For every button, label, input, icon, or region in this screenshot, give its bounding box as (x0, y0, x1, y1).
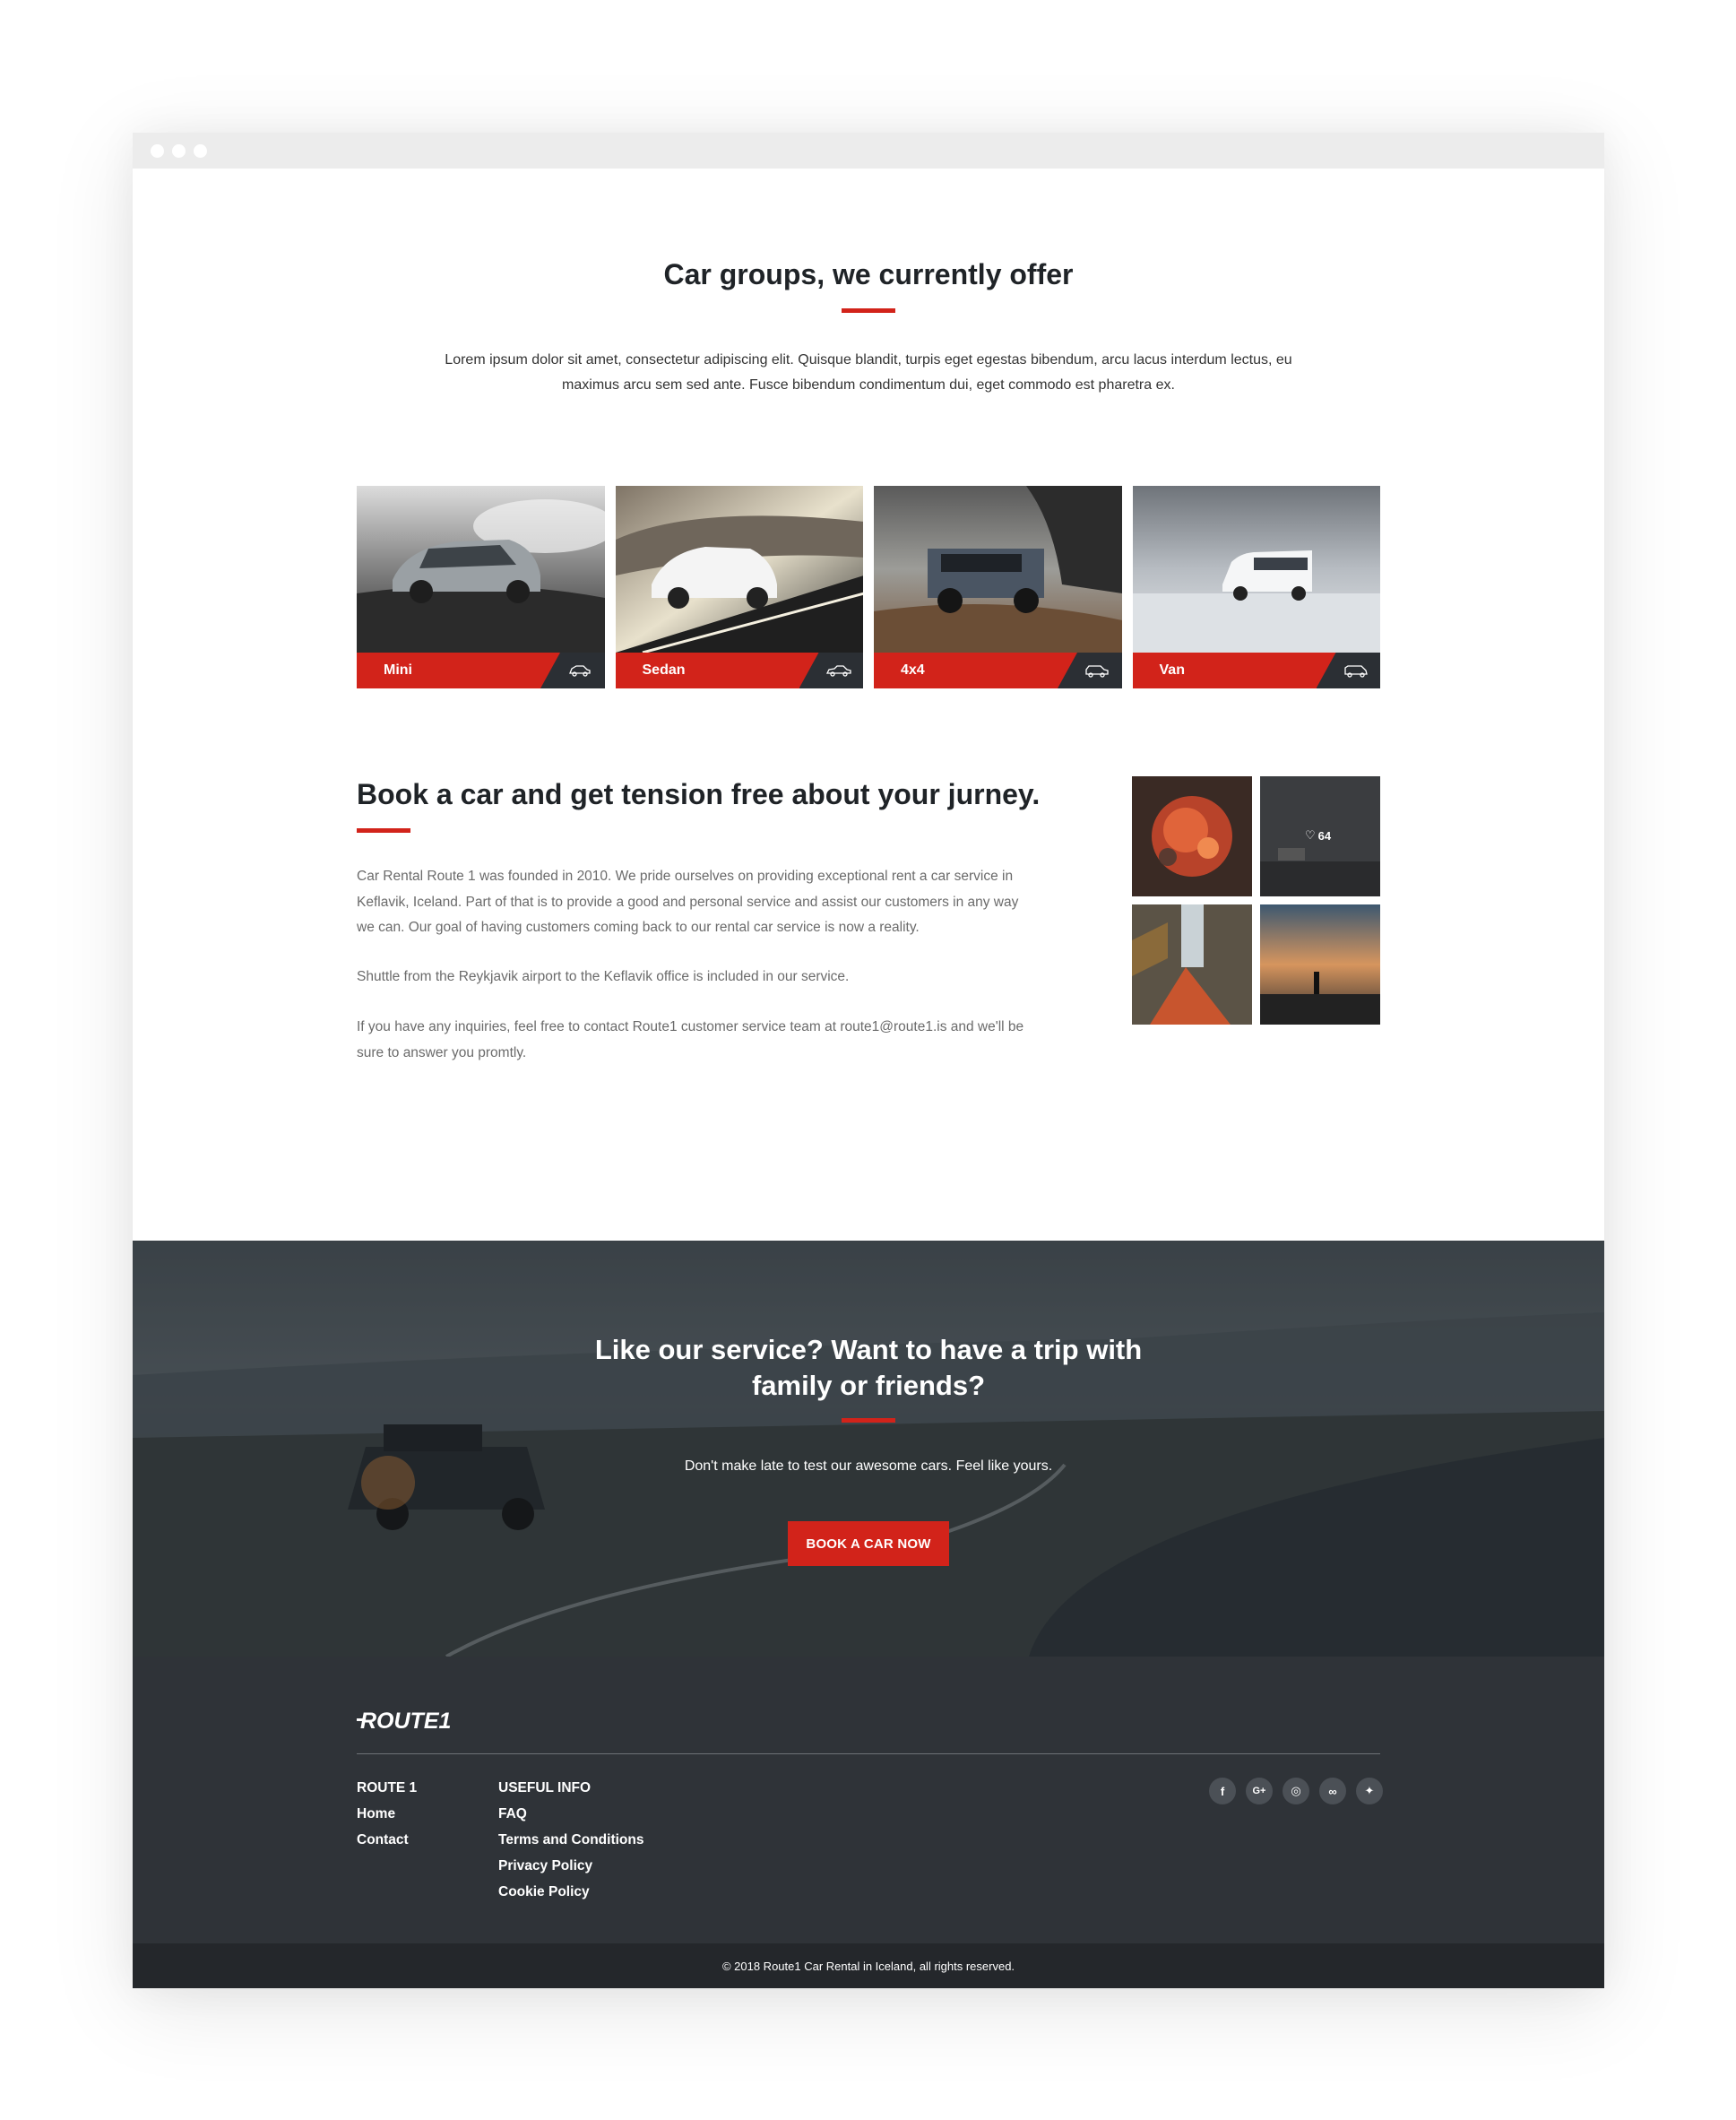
facebook-icon[interactable]: f (1209, 1778, 1236, 1804)
footer: ROUTE1 ROUTE 1 Home Contact USEFUL INFO … (133, 1657, 1604, 1943)
footer-link-home[interactable]: Home (357, 1801, 417, 1827)
car-card-mini[interactable]: Mini (357, 486, 605, 688)
footer-heading-route1: ROUTE 1 (357, 1780, 418, 1796)
svg-text:ROUTE1: ROUTE1 (360, 1709, 451, 1734)
title-underline (842, 1418, 895, 1423)
car-group-label: 4x4 (901, 662, 925, 678)
browser-chrome (133, 133, 1604, 169)
window-dot-maximize[interactable] (194, 143, 207, 158)
book-car-button[interactable]: BOOK A CAR NOW (788, 1521, 949, 1566)
likes-count: ♡ 64 (1305, 828, 1332, 843)
browser-window: Car groups, we currently offer Lorem ips… (133, 133, 1604, 1988)
title-underline (357, 828, 410, 833)
footer-link-contact[interactable]: Contact (357, 1827, 417, 1853)
footer-link-terms[interactable]: Terms and Conditions (498, 1827, 643, 1853)
social-links: f G+ ◎ ∞ ✦ (1209, 1778, 1383, 1804)
tripadvisor-icon[interactable]: ∞ (1319, 1778, 1346, 1804)
contact-paragraph: If you have any inquiries, feel free to … (357, 1019, 1024, 1060)
cta-background-photo (133, 1241, 1604, 1657)
footer-divider (357, 1753, 1380, 1754)
footer-heading-useful-info: USEFUL INFO (498, 1780, 592, 1796)
sedan-car-icon (799, 653, 863, 688)
gallery-image-waterfall[interactable] (1132, 904, 1252, 1025)
card-label-bar: Van (1132, 653, 1380, 688)
footer-link-faq[interactable]: FAQ (498, 1801, 643, 1827)
footer-link-cookie[interactable]: Cookie Policy (498, 1879, 643, 1905)
van-icon (1316, 653, 1380, 688)
window-dot-close[interactable] (151, 143, 164, 158)
gallery-image-lava[interactable] (1132, 776, 1252, 896)
card-label-bar: Mini (357, 653, 605, 688)
cta-banner: Like our service? Want to have a trip wi… (133, 1241, 1604, 1657)
heart-icon: ♡ (1305, 828, 1316, 842)
car-card-van[interactable]: Van (1132, 486, 1380, 688)
cta-subtitle: Don't make late to test our awesome cars… (684, 1458, 1053, 1474)
footer-col-useful-info: USEFUL INFO FAQ Terms and Conditions Pri… (498, 1775, 643, 1905)
google-plus-icon[interactable]: G+ (1246, 1778, 1273, 1804)
instagram-icon[interactable]: ◎ (1283, 1778, 1309, 1804)
copyright-text: © 2018 Route1 Car Rental in Iceland, all… (721, 1959, 1015, 1973)
mini-car-icon (540, 653, 605, 688)
car-group-label: Sedan (642, 662, 686, 678)
car-card-4x4[interactable]: 4x4 (874, 486, 1122, 688)
car-group-cards: Mini Sedan 4x4 Van (357, 486, 1380, 688)
book-section-title: Book a car and get tension free about yo… (357, 778, 1041, 810)
route1-logo[interactable]: ROUTE1 (357, 1707, 473, 1734)
about-paragraph: Car Rental Route 1 was founded in 2010. … (357, 869, 1019, 935)
car-group-label: Mini (384, 662, 412, 678)
cta-title: Like our service? Want to have a trip wi… (594, 1334, 1143, 1401)
car-photo-4x4 (874, 486, 1122, 653)
card-label-bar: 4x4 (874, 653, 1122, 688)
twitter-icon[interactable]: ✦ (1356, 1778, 1383, 1804)
footer-link-privacy[interactable]: Privacy Policy (498, 1853, 643, 1879)
car-photo-sedan (615, 486, 863, 653)
card-label-bar: Sedan (615, 653, 863, 688)
car-groups-description: Lorem ipsum dolor sit amet, consectetur … (445, 352, 1292, 393)
window-dot-minimize[interactable] (172, 143, 186, 158)
shuttle-paragraph: Shuttle from the Reykjavik airport to th… (357, 969, 850, 984)
gallery-image-sunset[interactable] (1260, 904, 1380, 1025)
gallery-image-night-car[interactable]: ♡ 64 (1260, 776, 1380, 896)
title-underline (842, 308, 895, 313)
instagram-gallery: ♡ 64 (1132, 776, 1380, 1025)
car-card-sedan[interactable]: Sedan (615, 486, 863, 688)
car-photo-mini (357, 486, 605, 653)
car-photo-van (1132, 486, 1380, 653)
car-groups-title: Car groups, we currently offer (663, 258, 1074, 290)
footer-col-route1: ROUTE 1 Home Contact (357, 1775, 417, 1853)
car-group-label: Van (1159, 662, 1185, 678)
suv-car-icon (1058, 653, 1122, 688)
copyright-bar: © 2018 Route1 Car Rental in Iceland, all… (133, 1943, 1604, 1988)
